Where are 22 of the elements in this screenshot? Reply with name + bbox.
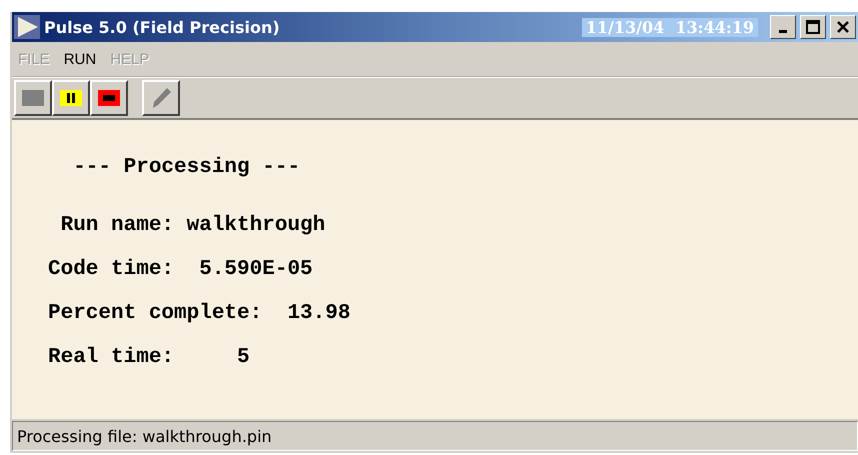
pause-icon (60, 90, 82, 106)
close-icon (837, 21, 849, 33)
menu-item[interactable]: RUN (64, 50, 96, 68)
output-line: Real time: 5 (48, 345, 251, 371)
minimize-button[interactable] (770, 15, 796, 39)
output-line: --- Processing --- (72, 155, 302, 181)
rectangle-icon (22, 90, 44, 106)
minimize-icon (779, 30, 787, 32)
window-title: Pulse 5.0 (Field Precision) (44, 18, 281, 36)
pencil-icon (150, 86, 172, 110)
stop-button[interactable] (90, 80, 128, 116)
maximize-icon (806, 20, 820, 34)
stop-icon (98, 90, 120, 106)
output-line: Percent complete: 13.98 (48, 301, 352, 327)
clock: 11/13/04 13:44:19 (582, 18, 758, 36)
status-text: Processing file: walkthrough.pin (17, 426, 272, 446)
output-line: Code time: 5.590E-05 (48, 257, 314, 283)
maximize-button[interactable] (800, 15, 826, 39)
play-icon (14, 15, 40, 39)
pause-button[interactable] (52, 80, 90, 116)
output-line: Run name: walkthrough (60, 213, 326, 239)
close-button[interactable] (830, 15, 856, 39)
